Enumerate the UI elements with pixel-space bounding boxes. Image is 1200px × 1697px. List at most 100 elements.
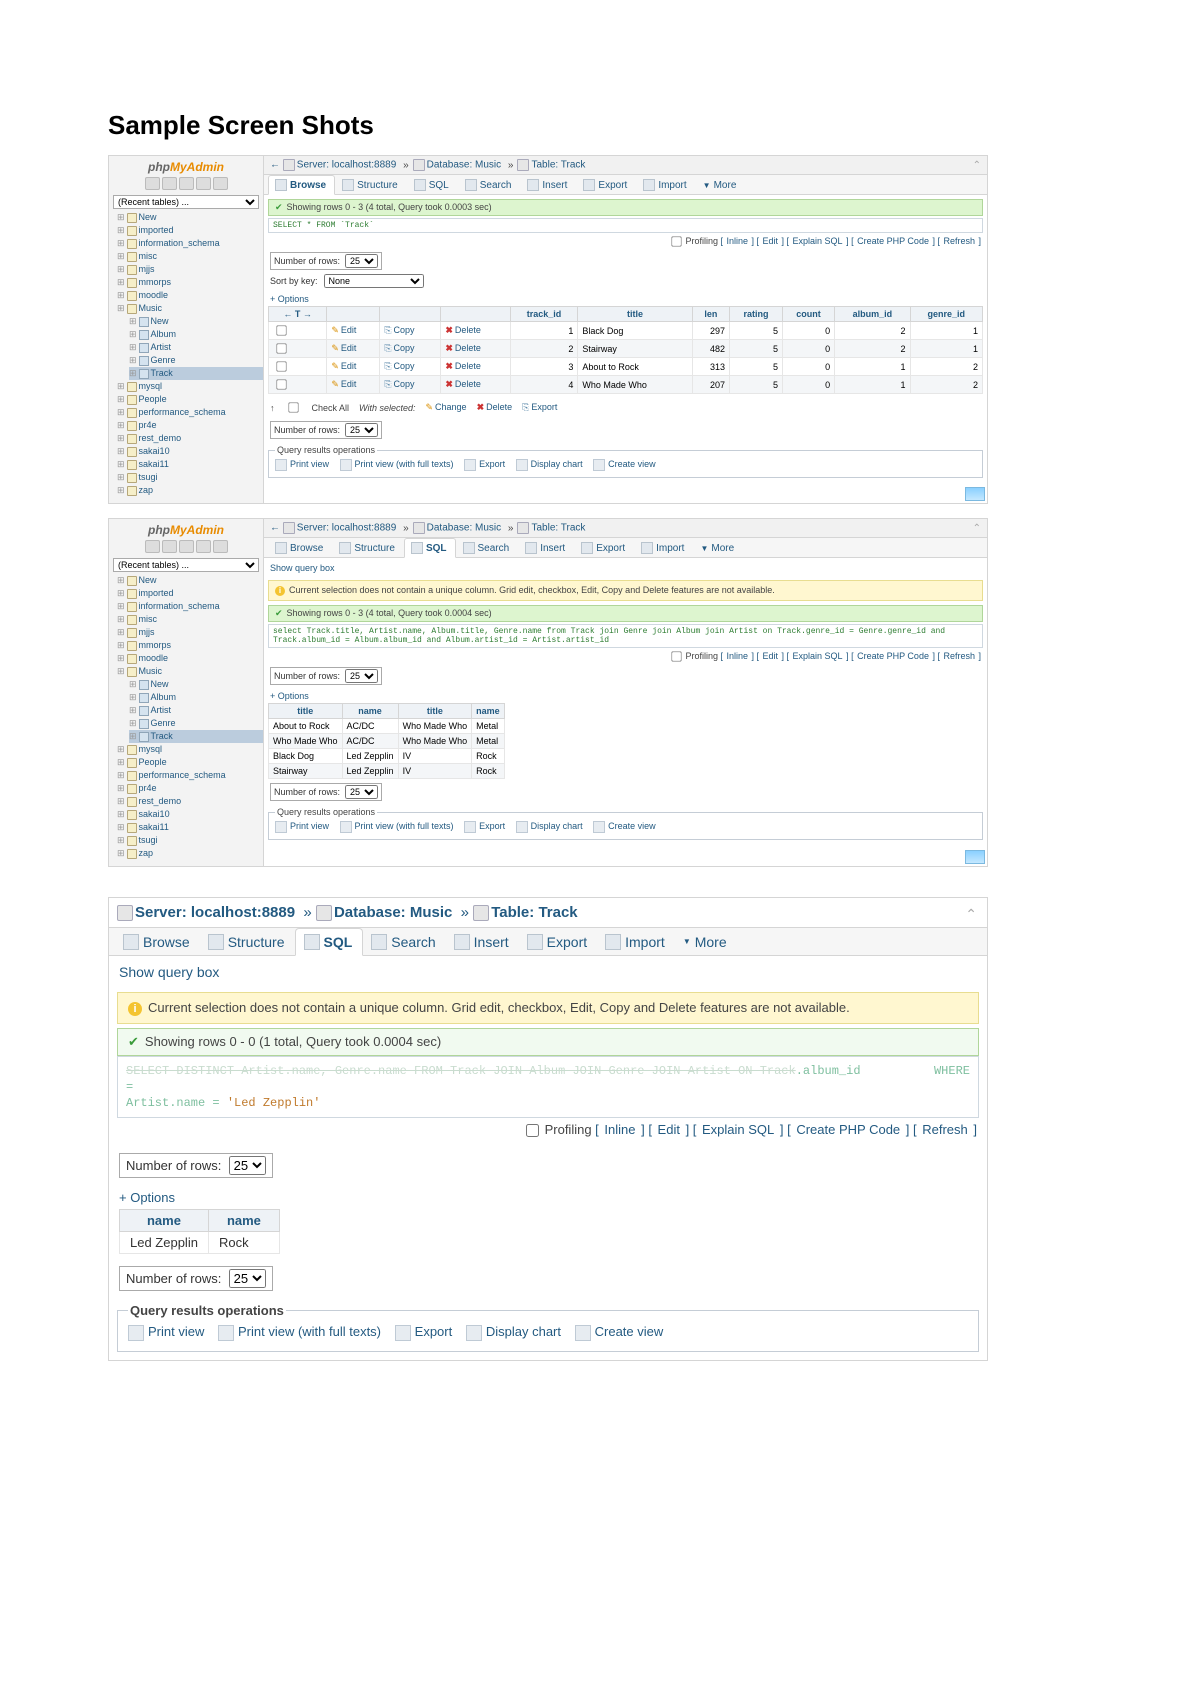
row-checkbox[interactable] [276,361,286,371]
db-tree-item[interactable]: ⊞New [117,574,259,587]
link-inline[interactable]: Inline [726,236,748,246]
table-tree-item[interactable]: ⊞Artist [129,704,259,717]
tab-sql[interactable]: SQL [295,928,364,956]
db-tree-item[interactable]: ⊞pr4e [117,782,259,795]
tab-browse[interactable]: Browse [268,538,332,557]
row-edit[interactable]: Edit [327,358,380,376]
collapse-icon[interactable]: ⌃ [973,160,981,171]
breadcrumb-server[interactable]: localhost:8889 [332,523,397,534]
breadcrumb-server[interactable]: localhost:8889 [332,160,397,171]
export-link[interactable]: Export [479,459,505,469]
tab-sql[interactable]: SQL [407,175,458,194]
breadcrumb-server[interactable]: localhost:8889 [191,904,295,921]
display-chart[interactable]: Display chart [486,1324,561,1339]
db-tree-item[interactable]: ⊞People [117,393,259,406]
db-tree-item[interactable]: ⊞information_schema [117,237,259,250]
link-edit[interactable]: Edit [658,1122,680,1137]
db-tree-item[interactable]: ⊞mysql [117,380,259,393]
print-view-full[interactable]: Print view (with full texts) [355,459,454,469]
tab-search[interactable]: Search [456,538,519,557]
tab-insert[interactable]: Insert [446,928,519,955]
link-php[interactable]: Create PHP Code [857,236,929,246]
print-view-full[interactable]: Print view (with full texts) [355,821,454,831]
breadcrumb-table[interactable]: Track [538,904,577,921]
db-tree-item[interactable]: ⊞pr4e [117,419,259,432]
row-copy[interactable]: Copy [380,358,441,376]
db-tree-item[interactable]: ⊞rest_demo [117,432,259,445]
db-tree-item[interactable]: ⊞mjjs [117,626,259,639]
db-tree-item[interactable]: ⊞sakai10 [117,445,259,458]
options-toggle[interactable]: + Options [270,691,987,701]
link-php[interactable]: Create PHP Code [796,1122,900,1137]
tab-import[interactable]: Import [597,928,675,955]
db-tree-item[interactable]: ⊞Music [117,302,259,315]
db-tree-item[interactable]: ⊞mmorps [117,639,259,652]
db-tree-item[interactable]: ⊞tsugi [117,471,259,484]
print-view[interactable]: Print view [290,459,329,469]
sql-icon[interactable] [179,177,194,190]
sql-icon[interactable] [179,540,194,553]
profiling-checkbox[interactable] [672,651,682,661]
link-inline[interactable]: Inline [604,1122,635,1137]
link-explain[interactable]: Explain SQL [702,1122,774,1137]
tab-browse[interactable]: Browse [268,175,335,195]
tab-export[interactable]: Export [519,928,597,955]
table-tree-item[interactable]: ⊞Album [129,328,259,341]
tab-insert[interactable]: Insert [520,175,576,194]
breadcrumb-db[interactable]: Music [475,160,501,171]
tab-import[interactable]: Import [634,538,693,557]
db-tree-item[interactable]: ⊞misc [117,613,259,626]
options-toggle[interactable]: + Options [270,294,987,304]
table-tree-item[interactable]: ⊞Genre [129,717,259,730]
row-delete[interactable]: ✖Delete [441,340,510,358]
db-tree-item[interactable]: ⊞imported [117,224,259,237]
row-checkbox[interactable] [276,325,286,335]
db-tree-item[interactable]: ⊞sakai11 [117,821,259,834]
row-delete[interactable]: ✖Delete [441,322,510,340]
check-all-checkbox[interactable] [288,402,298,412]
options-toggle[interactable]: + Options [119,1190,977,1205]
db-tree-item[interactable]: ⊞sakai11 [117,458,259,471]
db-tree-item[interactable]: ⊞tsugi [117,834,259,847]
table-tree-item[interactable]: ⊞Track [129,730,263,743]
row-copy[interactable]: Copy [380,340,441,358]
display-chart[interactable]: Display chart [531,459,583,469]
export-link[interactable]: Export [415,1324,453,1339]
num-rows-select[interactable]: 25 [345,254,378,268]
row-delete[interactable]: ✖Delete [441,376,510,394]
show-query-box[interactable]: Show query box [119,964,219,980]
export-link[interactable]: Export [479,821,505,831]
table-tree-item[interactable]: ⊞Genre [129,354,259,367]
row-edit[interactable]: Edit [327,340,380,358]
row-checkbox[interactable] [276,343,286,353]
reload-icon[interactable] [213,177,228,190]
show-query-box[interactable]: Show query box [270,563,335,573]
profiling-checkbox[interactable] [526,1124,539,1137]
sort-key-select[interactable]: None [324,274,424,288]
breadcrumb-table[interactable]: Track [561,523,586,534]
db-tree-item[interactable]: ⊞mmorps [117,276,259,289]
row-checkbox[interactable] [276,379,286,389]
db-tree-item[interactable]: ⊞New [117,211,259,224]
table-tree-item[interactable]: ⊞Album [129,691,259,704]
create-view[interactable]: Create view [608,821,656,831]
link-refresh[interactable]: Refresh [922,1122,968,1137]
tab-export[interactable]: Export [576,175,636,194]
tab-search[interactable]: Search [363,928,445,955]
collapse-icon[interactable]: ⌃ [973,523,981,534]
tab-structure[interactable]: Structure [332,538,404,557]
db-tree-item[interactable]: ⊞zap [117,484,259,497]
num-rows-select[interactable]: 25 [229,1269,266,1288]
profiling-checkbox[interactable] [672,236,682,246]
create-view[interactable]: Create view [595,1324,664,1339]
row-edit[interactable]: Edit [327,376,380,394]
db-tree-item[interactable]: ⊞zap [117,847,259,860]
tab-search[interactable]: Search [458,175,521,194]
tab-export[interactable]: Export [574,538,634,557]
tab-structure[interactable]: Structure [200,928,295,955]
recent-tables-select[interactable]: (Recent tables) ... [113,558,259,572]
db-tree-item[interactable]: ⊞rest_demo [117,795,259,808]
db-tree-item[interactable]: ⊞moodle [117,652,259,665]
reload-icon[interactable] [213,540,228,553]
create-view[interactable]: Create view [608,459,656,469]
